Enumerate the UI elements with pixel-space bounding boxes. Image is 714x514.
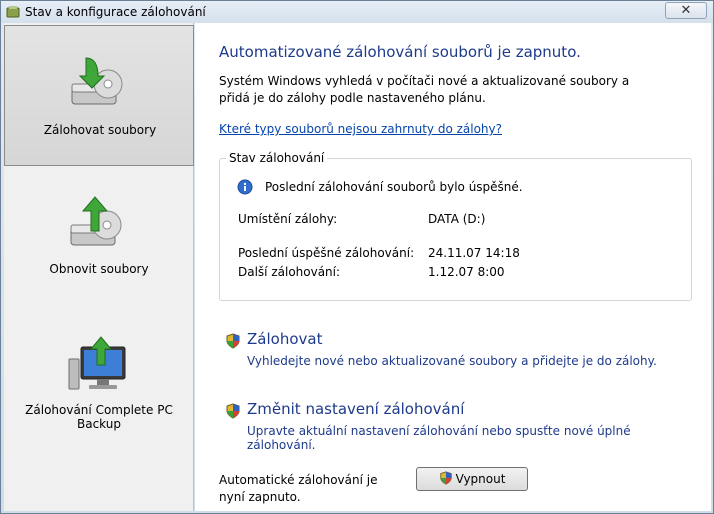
next-backup-label: Další zálohování:: [238, 265, 341, 279]
close-icon: ✕: [680, 3, 692, 18]
sidebar: Zálohovat soubory Obnovit soubory Záloho…: [4, 23, 194, 511]
turn-off-button[interactable]: Vypnout: [416, 467, 528, 491]
title-bar[interactable]: Stav a konfigurace zálohování ✕: [1, 1, 713, 23]
page-description: Systém Windows vyhledá v počítači nové a…: [219, 74, 630, 105]
page-title: Automatizované zálohování souborů je zap…: [219, 43, 581, 61]
sidebar-item-restore-files[interactable]: Obnovit soubory: [4, 175, 194, 316]
uac-shield-icon: [225, 333, 241, 349]
last-backup-value: 24.11.07 14:18: [428, 246, 520, 260]
main-content: Automatizované zálohování souborů je zap…: [195, 23, 711, 511]
backup-app-icon: [6, 5, 20, 19]
close-button[interactable]: ✕: [665, 2, 707, 19]
change-settings-description: Upravte aktuální nastavení zálohování ne…: [247, 424, 631, 452]
auto-backup-status-text: Automatické zálohování je nyní zapnuto.: [219, 473, 378, 504]
turn-off-label: Vypnout: [455, 472, 506, 486]
restore-files-icon: [67, 193, 131, 257]
complete-pc-backup-icon: [67, 335, 131, 399]
change-settings-title[interactable]: Změnit nastavení zálohování: [247, 400, 464, 418]
backup-location-value: DATA (D:): [428, 212, 486, 226]
excluded-file-types-link[interactable]: Které typy souborů nejsou zahrnuty do zá…: [219, 122, 502, 136]
last-backup-label: Poslední úspěšné zálohování:: [238, 246, 415, 260]
uac-shield-icon: [225, 403, 241, 419]
sidebar-item-label: Zálohování Complete PC Backup: [25, 403, 173, 431]
backup-location-label: Umístění zálohy:: [238, 212, 338, 226]
backup-now-title[interactable]: Zálohovat: [247, 330, 322, 348]
backup-status-group: Stav zálohování Poslední zálohování soub…: [219, 151, 692, 301]
status-message: Poslední zálohování souborů bylo úspěšné…: [265, 180, 523, 194]
sidebar-item-backup-files[interactable]: Zálohovat soubory: [4, 25, 194, 166]
next-backup-value: 1.12.07 8:00: [428, 265, 505, 279]
sidebar-item-label: Zálohovat soubory: [43, 123, 157, 137]
window-title: Stav a konfigurace zálohování: [25, 5, 206, 19]
info-icon: [237, 179, 253, 195]
status-group-title: Stav zálohování: [226, 151, 328, 165]
uac-shield-icon: [439, 470, 453, 488]
backup-window: Stav a konfigurace zálohování ✕ Zálohova…: [0, 0, 714, 514]
sidebar-item-complete-pc-backup[interactable]: Zálohování Complete PC Backup: [4, 323, 194, 464]
backup-now-description: Vyhledejte nové nebo aktualizované soubo…: [247, 354, 657, 368]
backup-files-icon: [68, 54, 132, 118]
sidebar-item-label: Obnovit soubory: [49, 262, 149, 276]
